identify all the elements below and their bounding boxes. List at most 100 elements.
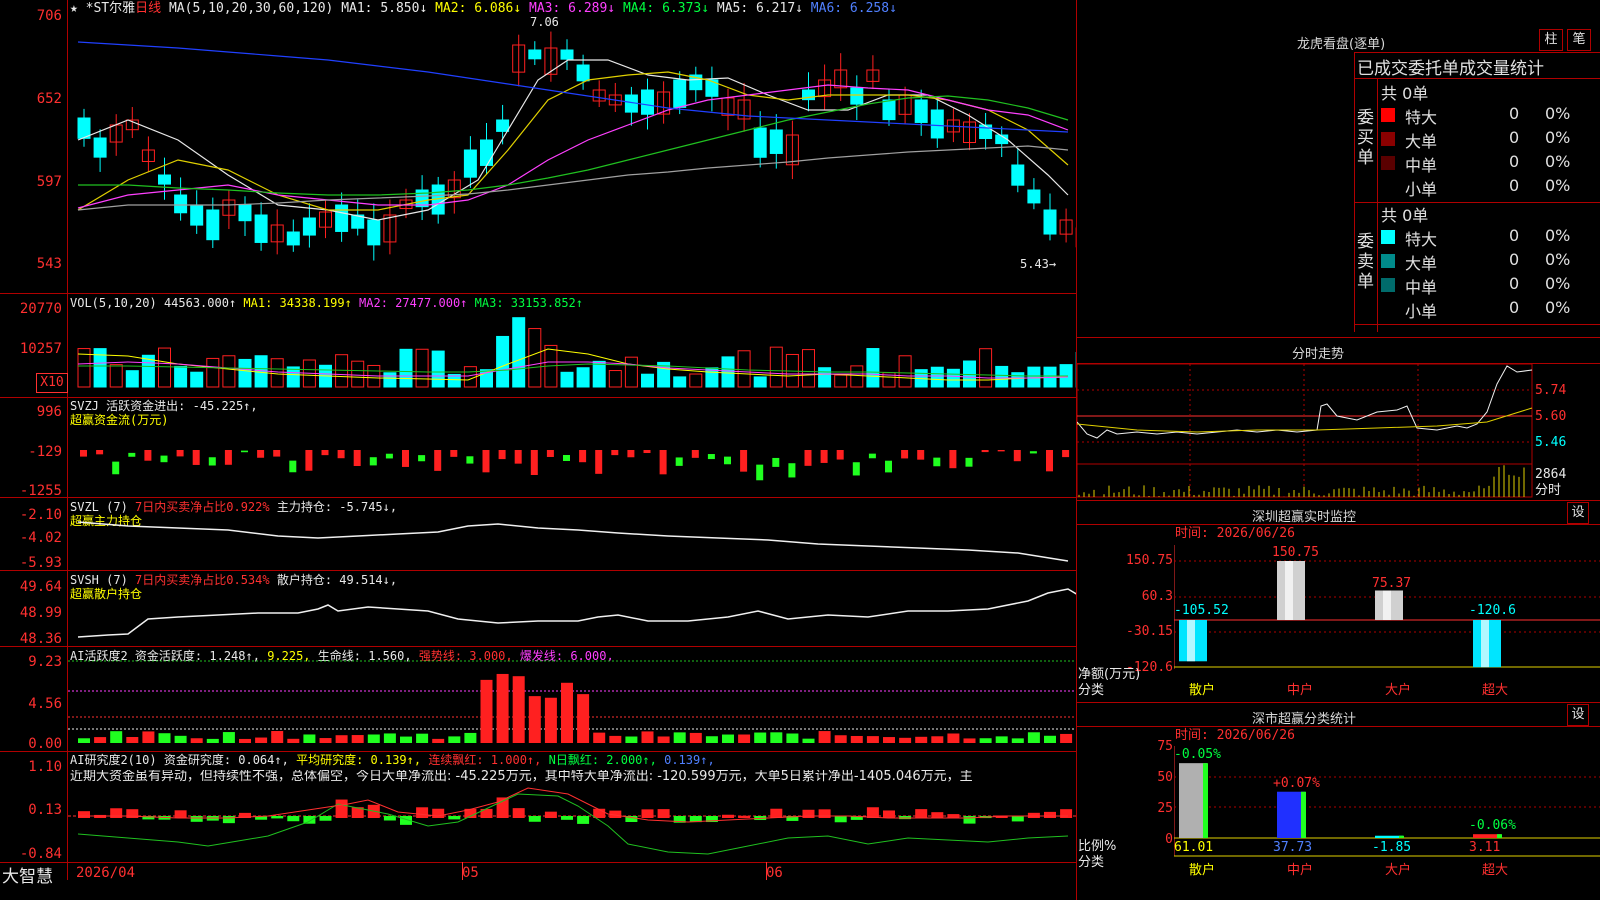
money-flow-bar: [530, 450, 538, 475]
candle-body: [1043, 209, 1057, 235]
sz-net-bar-highlight: [1285, 561, 1293, 620]
volume-bar: [190, 371, 204, 388]
buy-l-pct: 0%: [1545, 128, 1571, 147]
money-flow-bar: [885, 460, 892, 473]
money-flow-bar: [659, 450, 667, 475]
date-label: 05: [462, 865, 479, 881]
sz-axis-label: 60.3: [1141, 589, 1173, 604]
volume-bar: [689, 373, 703, 388]
classification-bar-edge: [1301, 791, 1306, 838]
volume-bar: [769, 346, 783, 388]
activity-bar: [480, 679, 493, 743]
money-flow-bar: [402, 450, 409, 467]
sz-settings-button[interactable]: 设: [1567, 502, 1589, 524]
fenshi-chart[interactable]: [1077, 364, 1533, 498]
svsh-line-chart[interactable]: [68, 571, 1076, 646]
research-bar: [657, 809, 670, 818]
ai-research-extra: 0.139↑,: [664, 753, 715, 767]
activity-bar: [544, 697, 557, 743]
sell-s-pct: 0%: [1545, 298, 1571, 317]
fl-category: 散户: [1189, 863, 1216, 878]
buy-m-label: 中单: [1405, 156, 1438, 175]
money-flow-bar: [772, 457, 780, 467]
svzj-bar-chart[interactable]: [68, 398, 1076, 497]
vol-unit-box: X10: [36, 373, 68, 393]
fl-value: 61.01: [1174, 840, 1214, 855]
fl-axis-label: 25: [1157, 801, 1173, 816]
sz-time: 时间: 2026/06/26: [1175, 526, 1295, 541]
research-bar: [722, 814, 734, 818]
svzj-axis-label: 996: [36, 404, 62, 420]
research-bar: [883, 810, 895, 818]
candlestick-chart[interactable]: [68, 0, 1076, 293]
activity-bar: [158, 733, 171, 743]
sz-category: 大户: [1385, 683, 1412, 698]
research-bar: [383, 816, 396, 821]
pen-mode-button[interactable]: 笔: [1567, 29, 1591, 51]
volume-bar: [576, 367, 590, 388]
sell-m-swatch: [1381, 278, 1395, 292]
stats-tab-header[interactable]: 已成交委托单成交量统计: [1357, 54, 1544, 79]
money-flow-bar: [691, 450, 699, 458]
activity-bar: [94, 737, 107, 743]
candle-body: [1011, 164, 1025, 186]
ai-research-chart[interactable]: [68, 786, 1076, 862]
activity-bar: [593, 732, 606, 743]
fenshi-axis-label: 5.46: [1535, 435, 1567, 450]
money-flow-bar: [385, 453, 393, 459]
research-bar: [110, 808, 123, 818]
kline-panel[interactable]: 706 652 597 543 ★ *ST尔雅日线 MA(5,10,20,30,…: [0, 0, 1077, 900]
volume-bar: [834, 374, 848, 388]
buy-xl-swatch: [1381, 108, 1395, 122]
research-bar: [222, 816, 235, 824]
buy-s-pct: 0%: [1545, 176, 1571, 195]
svzj-axis-label: -129: [28, 444, 62, 460]
brand-logo: 大智慧: [2, 867, 53, 887]
sz-axis-label: 150.75: [1126, 553, 1173, 568]
svzl-axis-label: -4.02: [19, 530, 62, 546]
buy-l-label: 大单: [1405, 132, 1438, 151]
ai-active-chart[interactable]: [68, 647, 1076, 751]
sz-monitor-chart[interactable]: [1174, 545, 1600, 675]
fl-pct: -0.05%: [1174, 747, 1221, 762]
activity-bar: [1027, 732, 1040, 743]
svzl-line-chart[interactable]: [68, 498, 1076, 570]
bar-mode-button[interactable]: 柱: [1539, 29, 1563, 51]
money-flow-bar: [981, 450, 989, 453]
svsh-axis-label: 48.99: [19, 605, 62, 621]
volume-bar: [995, 365, 1009, 388]
volume-bar: [866, 348, 880, 388]
candle-body: [174, 194, 188, 214]
classification-bar: [1473, 834, 1501, 838]
activity-bar: [416, 733, 429, 743]
research-bar: [963, 816, 976, 824]
candle-body: [463, 149, 477, 178]
classification-bar: [1277, 791, 1305, 838]
volume-bar: [898, 355, 912, 388]
research-bar: [738, 815, 751, 818]
volume-bar: [1027, 366, 1041, 388]
volume-bar: [158, 347, 171, 388]
fl-time: 时间: 2026/06/26: [1175, 728, 1295, 743]
activity-bar: [287, 738, 300, 743]
sz-monitor-title: 深圳超赢实时监控: [1252, 510, 1357, 525]
activity-bar: [979, 738, 992, 743]
volume-chart[interactable]: [68, 294, 1076, 397]
volume-bar: [238, 358, 252, 388]
activity-bar: [271, 731, 284, 743]
sell-xl-count: 0: [1509, 226, 1520, 245]
ai-active-axis-label: 9.23: [28, 654, 62, 670]
vol-axis-label: 20770: [19, 301, 62, 317]
volume-bar: [673, 376, 687, 388]
sz-net-bar-highlight: [1187, 620, 1195, 662]
research-bar: [866, 807, 879, 818]
activity-bar: [126, 737, 139, 743]
money-flow-bar: [273, 450, 281, 457]
money-flow-bar: [852, 462, 860, 476]
sell-xl-swatch: [1381, 230, 1395, 244]
fl-settings-button[interactable]: 设: [1567, 704, 1589, 726]
activity-bar: [1011, 738, 1024, 743]
activity-bar: [1060, 733, 1073, 743]
money-flow-bar: [820, 450, 828, 463]
activity-bar: [142, 731, 155, 743]
